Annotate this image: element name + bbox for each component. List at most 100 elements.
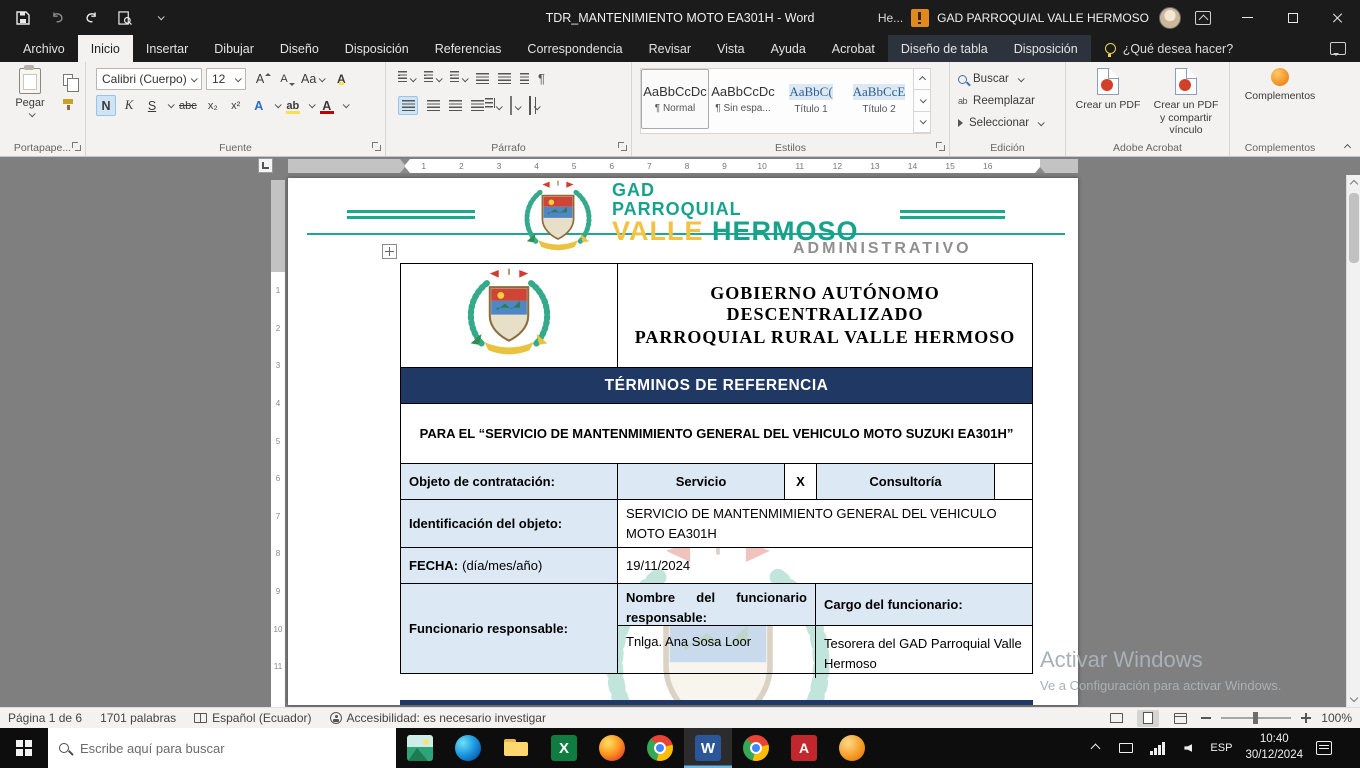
nombre-value-cell[interactable]: Tnlga. Ana Sosa Loor — [618, 626, 816, 678]
font-color-button[interactable]: A — [317, 95, 337, 116]
tab-diseno-de-tabla[interactable]: Diseño de tabla — [888, 35, 1001, 62]
grow-font-button[interactable]: A — [250, 69, 270, 90]
tell-me-search[interactable]: ¿Qué desea hacer? — [1091, 35, 1248, 62]
network-icon[interactable] — [1148, 739, 1166, 757]
horizontal-ruler[interactable]: 12345678910111213141516 — [288, 159, 1078, 173]
consultoria-cell[interactable]: Consultoría — [817, 464, 995, 499]
style-sin-espaciado[interactable]: AaBbCcDc ¶ Sin espa... — [709, 69, 777, 129]
scrollbar-thumb[interactable] — [1349, 193, 1359, 263]
undo-icon[interactable] — [48, 9, 66, 27]
accessibility-status[interactable]: Accesibilidad: es necesario investigar — [330, 711, 546, 725]
styles-dialog-launcher-icon[interactable] — [936, 142, 946, 152]
servicio-cell[interactable]: Servicio — [618, 464, 785, 499]
justify-icon[interactable] — [471, 100, 484, 111]
taskbar-app-file-explorer[interactable] — [492, 728, 540, 768]
tab-dibujar[interactable]: Dibujar — [201, 35, 267, 62]
taskbar-search[interactable] — [48, 728, 396, 768]
replace-button[interactable]: ab Reemplazar — [950, 90, 1065, 112]
close-button[interactable] — [1315, 0, 1360, 35]
create-share-pdf-button[interactable]: Crear un PDF y compartir vínculo — [1150, 68, 1222, 142]
org-logo-cell[interactable] — [401, 264, 618, 367]
select-button[interactable]: Seleccionar — [950, 112, 1065, 134]
volume-muted-icon[interactable]: × — [1179, 739, 1197, 757]
tab-archivo[interactable]: Archivo — [10, 35, 78, 62]
nombre-header-cell[interactable]: Nombre del funcionario responsable: — [618, 584, 816, 625]
taskbar-app-orange[interactable] — [828, 728, 876, 768]
find-button[interactable]: Buscar — [950, 68, 1065, 90]
tab-insertar[interactable]: Insertar — [133, 35, 201, 62]
style-normal[interactable]: AaBbCcDc ¶ Normal — [641, 69, 709, 129]
paragraph-dialog-launcher-icon[interactable] — [618, 142, 628, 152]
tab-ayuda[interactable]: Ayuda — [758, 35, 819, 62]
styles-gallery-expand-icon[interactable] — [914, 112, 930, 133]
collapse-ribbon-icon[interactable] — [1344, 144, 1351, 151]
right-indent-marker[interactable] — [1035, 167, 1045, 173]
addins-button[interactable]: Complementos — [1244, 68, 1316, 142]
clipboard-dialog-launcher-icon[interactable] — [72, 142, 82, 152]
highlight-color-button[interactable]: ab — [283, 95, 303, 116]
tray-expand-chevron-icon[interactable] — [1086, 739, 1104, 757]
zoom-level[interactable]: 100% — [1321, 711, 1352, 725]
language-indicator[interactable]: ESP — [1210, 742, 1232, 754]
identificacion-label-cell[interactable]: Identificación del objeto: — [401, 500, 618, 547]
italic-button[interactable]: K — [119, 95, 139, 116]
clear-format-button[interactable]: A — [331, 69, 351, 90]
display-icon[interactable] — [1117, 739, 1135, 757]
bold-button[interactable]: N — [96, 95, 116, 116]
funcionario-label-cell[interactable]: Funcionario responsable: — [401, 584, 618, 673]
styles-scroll-down-icon[interactable] — [914, 90, 930, 111]
preview-icon[interactable] — [116, 9, 134, 27]
start-button[interactable] — [0, 728, 48, 768]
shrink-font-button[interactable]: A — [274, 69, 294, 90]
zoom-out-icon[interactable] — [1201, 717, 1211, 719]
underline-chevron-icon[interactable] — [168, 101, 175, 108]
scroll-down-icon[interactable] — [1350, 694, 1358, 702]
strikethrough-button[interactable]: abc — [176, 95, 200, 116]
redo-icon[interactable] — [82, 9, 100, 27]
highlight-chevron-icon[interactable] — [308, 101, 315, 108]
taskbar-app-chrome[interactable] — [636, 728, 684, 768]
ribbon-display-options-icon[interactable] — [1195, 11, 1211, 25]
tab-disposicion[interactable]: Disposición — [332, 35, 422, 62]
taskbar-app-acrobat[interactable] — [780, 728, 828, 768]
cargo-value-cell[interactable]: Tesorera del GAD Parroquial Valle Hermos… — [816, 626, 1032, 678]
table-banner-row[interactable]: TÉRMINOS DE REFERENCIA — [401, 368, 1032, 404]
word-count[interactable]: 1701 palabras — [100, 711, 176, 725]
avatar[interactable] — [1159, 7, 1181, 29]
customize-qat-icon[interactable] — [150, 9, 168, 27]
first-line-indent-marker[interactable] — [400, 159, 410, 165]
text-effects-chevron-icon[interactable] — [274, 101, 281, 108]
org-name-cell[interactable]: GOBIERNO AUTÓNOMO DESCENTRALIZADO PARROQ… — [618, 264, 1032, 367]
decrease-indent-icon[interactable] — [476, 73, 489, 84]
change-case-button[interactable]: Aa — [298, 69, 327, 90]
consultoria-mark-cell[interactable] — [995, 464, 1032, 499]
page-indicator[interactable]: Página 1 de 6 — [8, 711, 82, 725]
zoom-in-icon[interactable] — [1301, 713, 1311, 723]
save-icon[interactable] — [14, 9, 32, 27]
tab-revisar[interactable]: Revisar — [636, 35, 704, 62]
tab-inicio[interactable]: Inicio — [78, 35, 133, 62]
sort-icon[interactable] — [520, 73, 529, 84]
bullet-list-icon[interactable] — [398, 69, 415, 87]
zoom-slider[interactable] — [1221, 717, 1291, 720]
line-spacing-icon[interactable] — [493, 97, 501, 115]
styles-scroll-up-icon[interactable] — [914, 69, 930, 90]
style-titulo-2[interactable]: AaBbCcE Título 2 — [845, 69, 913, 129]
clock[interactable]: 10:40 30/12/2024 — [1245, 732, 1303, 763]
account-warning-icon[interactable] — [911, 9, 929, 27]
superscript-button[interactable]: x² — [226, 95, 246, 116]
paste-button[interactable]: Pegar — [8, 68, 52, 140]
shading-icon[interactable] — [510, 97, 520, 115]
minimize-button[interactable] — [1225, 0, 1270, 35]
fecha-label-cell[interactable]: FECHA: (día/mes/año) — [401, 548, 618, 583]
taskbar-app-chrome-alt[interactable] — [732, 728, 780, 768]
numbered-list-icon[interactable] — [424, 69, 441, 87]
table-subject-row[interactable]: PARA EL “SERVICIO DE MANTENMIMIENTO GENE… — [401, 404, 1032, 464]
align-left-button[interactable] — [398, 96, 418, 115]
account-name[interactable]: GAD PARROQUIAL VALLE HERMOSO — [937, 11, 1149, 25]
align-center-icon[interactable] — [427, 100, 440, 111]
tab-acrobat[interactable]: Acrobat — [819, 35, 888, 62]
tab-vista[interactable]: Vista — [704, 35, 758, 62]
tab-correspondencia[interactable]: Correspondencia — [514, 35, 635, 62]
text-effects-button[interactable]: A — [249, 95, 269, 116]
